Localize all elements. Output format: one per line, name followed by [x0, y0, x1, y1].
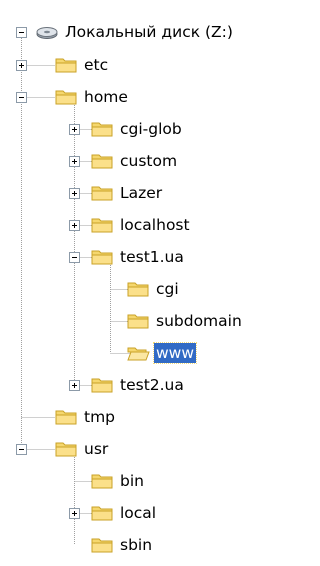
- folder-closed-icon: [54, 407, 78, 427]
- folder-closed-icon: [54, 439, 78, 459]
- collapse-toggle[interactable]: [16, 27, 27, 38]
- tree-node-localhost[interactable]: localhost: [0, 214, 281, 246]
- expand-toggle[interactable]: [69, 188, 80, 199]
- tree-node-label[interactable]: custom: [118, 151, 179, 171]
- expand-toggle[interactable]: [69, 156, 80, 167]
- tree-node-label[interactable]: www: [152, 342, 198, 364]
- tree-node-label[interactable]: tmp: [82, 407, 117, 427]
- tree-node-test2-ua[interactable]: test2.ua: [0, 374, 281, 406]
- tree-node-label[interactable]: test2.ua: [118, 375, 186, 395]
- expand-toggle[interactable]: [69, 380, 80, 391]
- tree-node-label[interactable]: etc: [82, 55, 110, 75]
- expand-toggle[interactable]: [69, 508, 80, 519]
- folder-closed-icon: [90, 471, 114, 491]
- tree-node-label[interactable]: localhost: [118, 215, 192, 235]
- tree-node-test1-ua[interactable]: test1.ua: [0, 246, 281, 278]
- collapse-toggle[interactable]: [69, 252, 80, 263]
- tree-root[interactable]: Локальный диск (Z:): [0, 0, 281, 41]
- tree-node-label[interactable]: cgi-glob: [118, 119, 184, 139]
- tree-node-label[interactable]: local: [118, 503, 158, 523]
- collapse-toggle[interactable]: [16, 92, 27, 103]
- tree-node-label[interactable]: sbin: [118, 535, 154, 555]
- tree-node-label[interactable]: subdomain: [154, 311, 244, 331]
- folder-closed-icon: [90, 151, 114, 171]
- folder-closed-icon: [90, 247, 114, 267]
- tree-node-custom[interactable]: custom: [0, 150, 281, 182]
- tree-node-cgi[interactable]: cgi: [0, 278, 281, 310]
- tree-node-label[interactable]: cgi: [154, 279, 181, 299]
- folder-closed-icon: [90, 119, 114, 139]
- folder-closed-icon: [90, 375, 114, 395]
- folder-tree: Локальный диск (Z:) etc home cgi-glob custo…: [0, 0, 281, 554]
- folder-closed-icon: [126, 311, 150, 331]
- collapse-toggle[interactable]: [16, 444, 27, 455]
- tree-node-label[interactable]: test1.ua: [118, 247, 186, 267]
- folder-closed-icon: [54, 55, 78, 75]
- tree-node-sbin[interactable]: sbin: [0, 534, 281, 566]
- tree-node-bin[interactable]: bin: [0, 470, 281, 502]
- tree-node-cgi-glob[interactable]: cgi-glob: [0, 118, 281, 150]
- tree-node-label[interactable]: Lazer: [118, 183, 164, 203]
- tree-node-lazer[interactable]: Lazer: [0, 182, 281, 214]
- tree-node-subdomain[interactable]: subdomain: [0, 310, 281, 342]
- tree-node-tmp[interactable]: tmp: [0, 406, 281, 438]
- folder-open-icon: [126, 343, 150, 363]
- tree-node-etc[interactable]: etc: [0, 54, 281, 86]
- expand-toggle[interactable]: [16, 60, 27, 71]
- tree-node-label[interactable]: bin: [118, 471, 146, 491]
- folder-closed-icon: [126, 279, 150, 299]
- expand-toggle[interactable]: [69, 220, 80, 231]
- tree-node-home[interactable]: home: [0, 86, 281, 118]
- tree-node-local[interactable]: local: [0, 502, 281, 534]
- tree-node-label[interactable]: home: [82, 87, 130, 107]
- tree-node-www[interactable]: www: [0, 342, 281, 374]
- tree-node-usr[interactable]: usr: [0, 438, 281, 470]
- tree-node-label[interactable]: usr: [82, 439, 110, 459]
- folder-closed-icon: [90, 183, 114, 203]
- folder-closed-icon: [90, 503, 114, 523]
- drive-icon: [36, 27, 58, 39]
- tree-root-label[interactable]: Локальный диск (Z:): [63, 22, 235, 42]
- folder-closed-icon: [90, 215, 114, 235]
- expand-toggle[interactable]: [69, 124, 80, 135]
- folder-closed-icon: [54, 87, 78, 107]
- folder-closed-icon: [90, 535, 114, 555]
